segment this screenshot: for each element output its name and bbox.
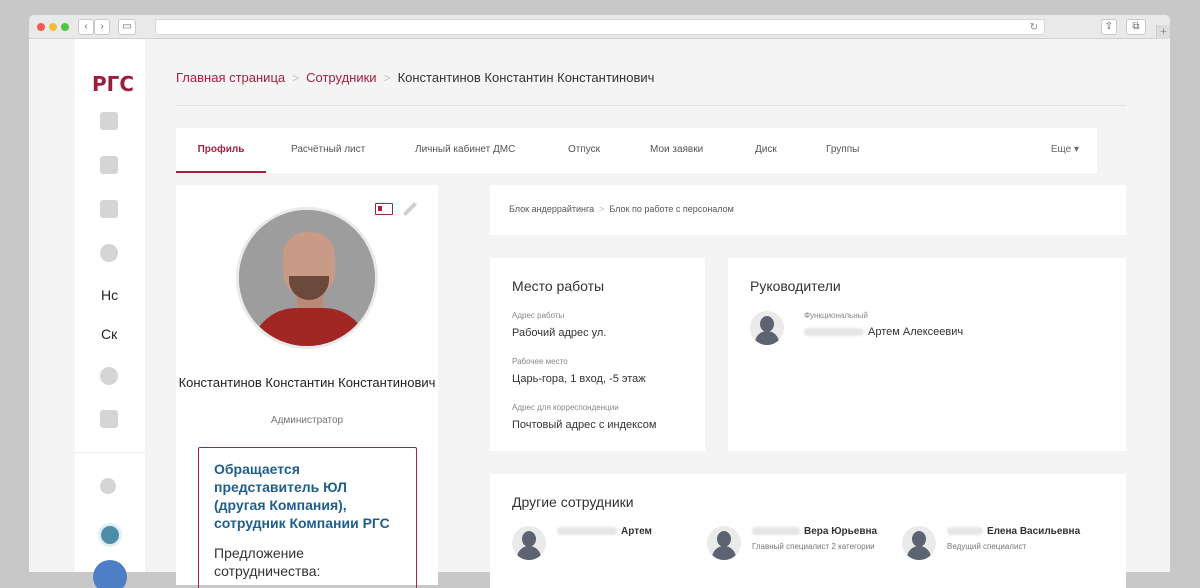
notice-box: Обращается представитель ЮЛ (другая Комп…	[198, 447, 417, 588]
tab-disk[interactable]: Диск	[755, 128, 777, 173]
department-card: Блок андеррайтинга > Блок по работе с перс…	[490, 185, 1126, 235]
maximize-window-button[interactable]	[61, 23, 69, 31]
workplace-label: Рабочее место	[512, 357, 568, 366]
user-avatar[interactable]	[98, 523, 122, 547]
sidebar-item-ns[interactable]: Нс	[101, 287, 118, 303]
close-window-button[interactable]	[37, 23, 45, 31]
profile-name: Константинов Константин Константинович	[178, 375, 436, 390]
sidebar-divider	[75, 452, 145, 453]
profile-role: Администратор	[270, 415, 344, 426]
notice-title-link[interactable]: Обращается представитель ЮЛ (другая Комп…	[214, 460, 401, 532]
sidebar: РГС Нс Ск	[75, 39, 145, 588]
chat-bubble-icon[interactable]	[93, 560, 127, 588]
employee-avatar[interactable]	[902, 526, 936, 560]
breadcrumb-current: Константинов Константин Константинович	[397, 70, 655, 85]
dashboard-icon[interactable]	[100, 112, 118, 130]
other-employees-title: Другие сотрудники	[512, 494, 634, 510]
share-icon[interactable]: ⇪	[1101, 19, 1117, 35]
manager-name[interactable]: Артем Алексеевич	[804, 326, 963, 338]
browser-toolbar: ‹ › ▭ ↻ ⇪ ⧉ +	[29, 15, 1170, 39]
mail-address-label: Адрес для корреспонденции	[512, 403, 619, 412]
managers-title: Руководители	[750, 278, 841, 294]
chevron-right-icon: >	[292, 71, 300, 85]
settings-icon[interactable]	[100, 478, 116, 494]
employee-avatar[interactable]	[707, 526, 741, 560]
department-child[interactable]: Блок по работе с персоналом	[609, 204, 734, 214]
chevron-right-icon: >	[383, 71, 391, 85]
main-content: Главная страница > Сотрудники > Константинов…	[145, 39, 1170, 588]
forward-icon[interactable]: ›	[94, 19, 110, 35]
sidebar-item-sk[interactable]: Ск	[101, 326, 117, 342]
parking-icon[interactable]	[100, 244, 118, 262]
tabs-overview-icon[interactable]: ⧉	[1126, 19, 1146, 35]
tab-profile[interactable]: Профиль	[176, 128, 266, 173]
header-divider	[176, 105, 1126, 106]
reload-icon[interactable]: ↻	[1030, 20, 1038, 35]
employee-position: Главный специалист 2 категории	[752, 542, 875, 551]
profile-tabs: Профиль Расчётный лист Личный кабинет ДМ…	[176, 128, 1097, 173]
manager-type-label: Функциональный	[804, 311, 868, 320]
info-icon[interactable]	[100, 367, 118, 385]
rgs-logo[interactable]: РГС	[92, 72, 134, 96]
workplace-card: Место работы Адрес работы Рабочий адрес …	[490, 258, 705, 451]
breadcrumb-home-link[interactable]: Главная страница	[176, 70, 285, 85]
sidebar-toggle-icon[interactable]: ▭	[118, 19, 136, 35]
work-address-value: Рабочий адрес ул.	[512, 327, 607, 339]
profile-card: Константинов Константин Константинович А…	[176, 185, 438, 588]
business-card-icon[interactable]	[375, 203, 393, 215]
work-address-label: Адрес работы	[512, 311, 565, 320]
tab-dms-cabinet[interactable]: Личный кабинет ДМС	[415, 128, 515, 173]
workplace-title: Место работы	[512, 278, 605, 294]
mail-address-value: Почтовый адрес с индексом	[512, 419, 657, 431]
news-icon[interactable]	[100, 156, 118, 174]
profile-photo	[236, 207, 378, 349]
department-parent[interactable]: Блок андеррайтинга	[509, 204, 594, 214]
employee-avatar[interactable]	[512, 526, 546, 560]
contact-card-icon[interactable]	[100, 200, 118, 218]
address-bar[interactable]: ↻	[155, 19, 1045, 35]
department-path: Блок андеррайтинга > Блок по работе с перс…	[509, 204, 734, 214]
new-tab-icon[interactable]: +	[1156, 25, 1170, 39]
employee-position: Ведущий специалист	[947, 542, 1027, 551]
breadcrumb-employees-link[interactable]: Сотрудники	[306, 70, 376, 85]
back-icon[interactable]: ‹	[78, 19, 94, 35]
notice-text: Предложение сотрудничества:	[214, 545, 321, 579]
minimize-window-button[interactable]	[49, 23, 57, 31]
tab-payslip[interactable]: Расчётный лист	[291, 128, 365, 173]
employee-name[interactable]: Вера Юрьевна	[752, 526, 877, 537]
employee-name[interactable]: Елена Васильевна	[947, 526, 1080, 537]
employee-name[interactable]: Артем	[557, 526, 652, 537]
other-employees-card: Другие сотрудники Артем Вера Юрьевна Гла…	[490, 474, 1126, 588]
managers-card: Руководители Функциональный Артем Алексе…	[728, 258, 1126, 451]
more-tabs-dropdown[interactable]: Еще ▾	[1051, 128, 1079, 172]
workplace-value: Царь-гора, 1 вход, -5 этаж	[512, 373, 646, 385]
tab-my-requests[interactable]: Мои заявки	[650, 128, 703, 173]
tab-groups[interactable]: Группы	[826, 128, 859, 173]
manager-avatar[interactable]	[750, 311, 784, 345]
book-icon[interactable]	[100, 410, 118, 428]
tab-vacation[interactable]: Отпуск	[568, 128, 600, 173]
breadcrumb: Главная страница > Сотрудники > Константинов…	[176, 70, 654, 85]
edit-pencil-icon[interactable]	[402, 201, 418, 217]
chevron-right-icon: >	[599, 204, 605, 214]
